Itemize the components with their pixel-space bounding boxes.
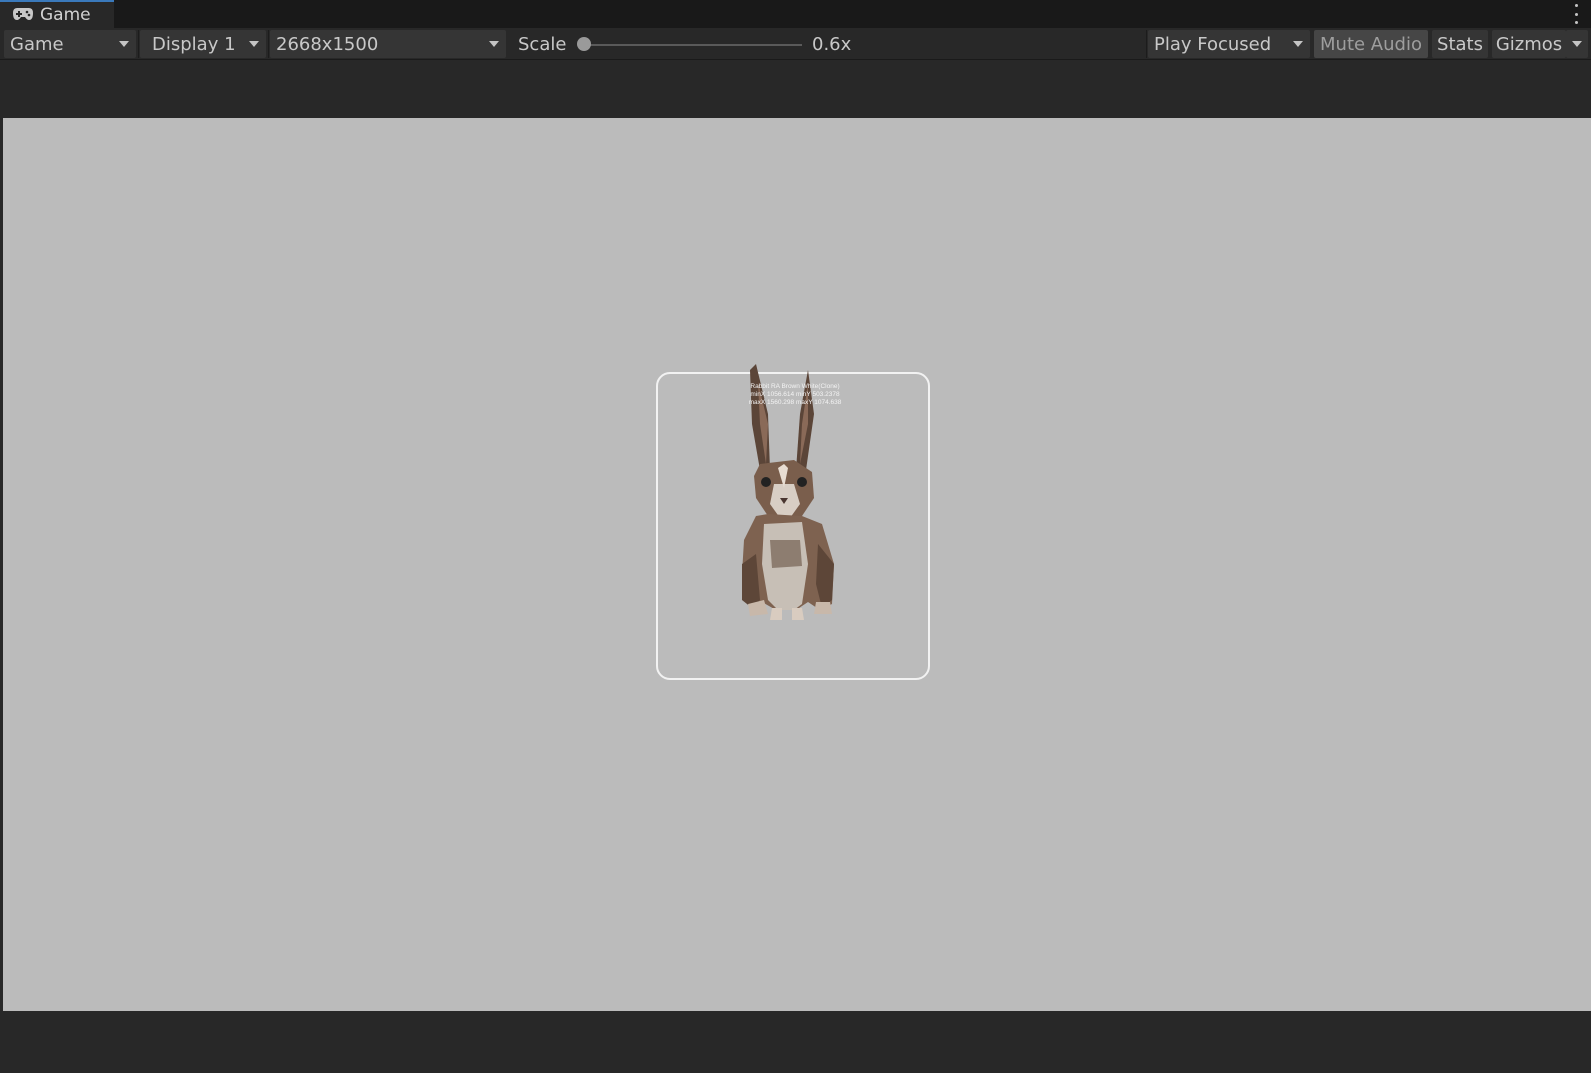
chevron-down-icon [249, 41, 259, 47]
resolution-value: 2668x1500 [276, 33, 379, 55]
play-mode-dropdown[interactable]: Play Focused [1148, 30, 1310, 58]
resolution-dropdown[interactable]: 2668x1500 [270, 30, 506, 58]
mute-audio-toggle[interactable]: Mute Audio [1314, 30, 1428, 58]
chevron-down-icon [119, 41, 129, 47]
toolbar-divider [1146, 30, 1147, 58]
tab-game[interactable]: Game [0, 0, 114, 28]
scale-label: Scale [518, 33, 567, 55]
tab-label: Game [40, 5, 91, 25]
debug-line: maxX 1560.298 maxY 1074.638 [748, 399, 842, 406]
kebab-menu-icon[interactable] [1573, 4, 1579, 24]
tab-bar: Game [0, 0, 1591, 28]
display-value: Display 1 [152, 33, 236, 55]
scale-slider-handle[interactable] [577, 37, 591, 51]
gamepad-icon [12, 6, 34, 25]
chevron-down-icon [489, 41, 499, 47]
game-view-bottom-bar [0, 1011, 1591, 1073]
debug-line: minX 1056.614 minY 503.2378 [750, 391, 840, 398]
gizmos-toggle[interactable]: Gizmos [1492, 30, 1566, 58]
stats-toggle[interactable]: Stats [1432, 30, 1488, 58]
debug-line: Rabbit RA Brown White(Clone) [750, 383, 840, 390]
toolbar-divider [138, 30, 139, 58]
view-mode-dropdown[interactable]: Game [4, 30, 136, 58]
play-mode-value: Play Focused [1154, 33, 1272, 55]
chevron-down-icon [1293, 41, 1303, 47]
gizmos-dropdown[interactable] [1566, 30, 1588, 58]
view-mode-value: Game [10, 33, 64, 55]
scale-value: 0.6x [812, 33, 852, 55]
chevron-down-icon [1572, 41, 1582, 47]
toolbar-divider [268, 30, 269, 58]
display-dropdown[interactable]: Display 1 [140, 30, 266, 58]
scale-slider-track[interactable] [580, 44, 802, 46]
debug-overlay: Rabbit RA Brown White(Clone) minX 1056.6… [730, 383, 860, 407]
